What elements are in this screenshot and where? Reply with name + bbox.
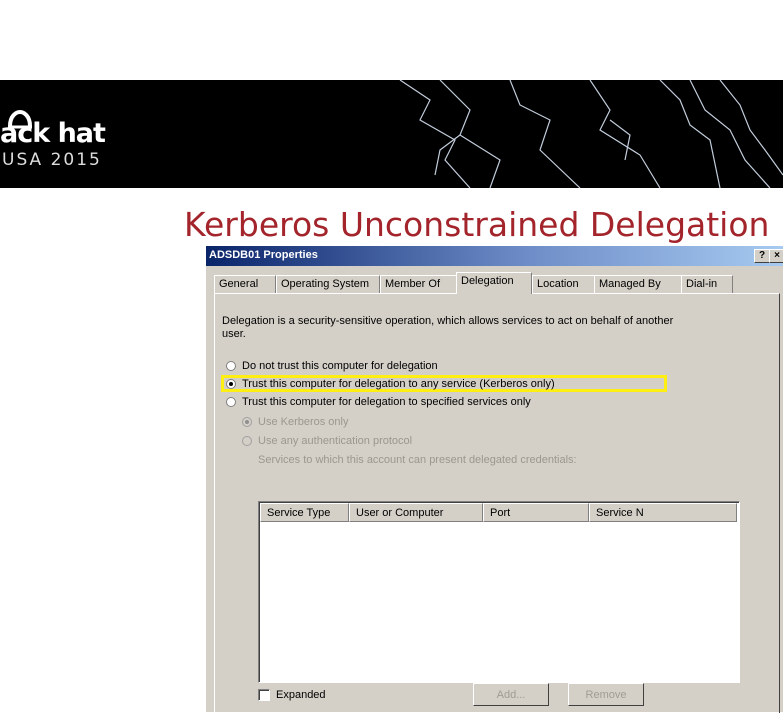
tab-dial-in[interactable]: Dial-in: [681, 275, 733, 293]
expanded-option[interactable]: Expanded: [258, 689, 326, 701]
option-trust-any[interactable]: Trust this computer for delegation to an…: [226, 378, 555, 390]
option-trust-specified[interactable]: Trust this computer for delegation to sp…: [226, 396, 531, 408]
logo-subtitle: USA 2015: [2, 150, 102, 170]
lightning-graphic: [399, 80, 783, 188]
option-use-any-auth-label: Use any authentication protocol: [258, 435, 413, 447]
radio-use-kerberos[interactable]: [242, 417, 252, 427]
tab-operating-system[interactable]: Operating System: [276, 275, 380, 293]
expanded-label: Expanded: [276, 689, 326, 701]
help-button[interactable]: ?: [754, 249, 770, 263]
dialog-title: ADSDB01 Properties: [209, 249, 318, 261]
expanded-checkbox[interactable]: [258, 689, 270, 701]
delegation-description: Delegation is a security-sensitive opera…: [222, 315, 674, 340]
dialog-titlebar[interactable]: ADSDB01 Properties ? ×: [206, 246, 783, 266]
column-service-name[interactable]: Service N: [589, 503, 737, 522]
option-trust-any-label: Trust this computer for delegation to an…: [242, 378, 555, 390]
logo-text: ack hat: [0, 118, 106, 149]
slide-title: Kerberos Unconstrained Delegation: [184, 205, 770, 244]
option-use-kerberos-label: Use Kerberos only: [258, 416, 349, 428]
column-port[interactable]: Port: [483, 503, 589, 522]
option-no-trust-label: Do not trust this computer for delegatio…: [242, 360, 438, 372]
remove-button[interactable]: Remove: [568, 683, 644, 706]
option-trust-specified-label: Trust this computer for delegation to sp…: [242, 396, 531, 408]
option-no-trust[interactable]: Do not trust this computer for delegatio…: [226, 360, 438, 372]
radio-trust-any[interactable]: [226, 379, 236, 389]
services-list[interactable]: Service Type User or Computer Port Servi…: [258, 501, 740, 683]
option-use-any-auth[interactable]: Use any authentication protocol: [242, 435, 412, 447]
tab-delegation[interactable]: Delegation: [456, 272, 532, 294]
services-label: Services to which this account can prese…: [258, 454, 577, 466]
column-user-or-computer[interactable]: User or Computer: [349, 503, 483, 522]
option-use-kerberos[interactable]: Use Kerberos only: [242, 416, 349, 428]
tab-general[interactable]: General: [214, 275, 276, 293]
radio-trust-specified[interactable]: [226, 397, 236, 407]
properties-dialog: ADSDB01 Properties ? × General Operating…: [205, 245, 783, 713]
column-service-type[interactable]: Service Type: [260, 503, 349, 522]
tab-location[interactable]: Location: [532, 275, 596, 293]
tab-member-of[interactable]: Member Of: [380, 275, 458, 293]
radio-use-any-auth[interactable]: [242, 436, 252, 446]
close-button[interactable]: ×: [769, 249, 783, 263]
radio-no-trust[interactable]: [226, 361, 236, 371]
tab-managed-by[interactable]: Managed By: [594, 275, 682, 293]
add-button[interactable]: Add...: [473, 683, 549, 706]
